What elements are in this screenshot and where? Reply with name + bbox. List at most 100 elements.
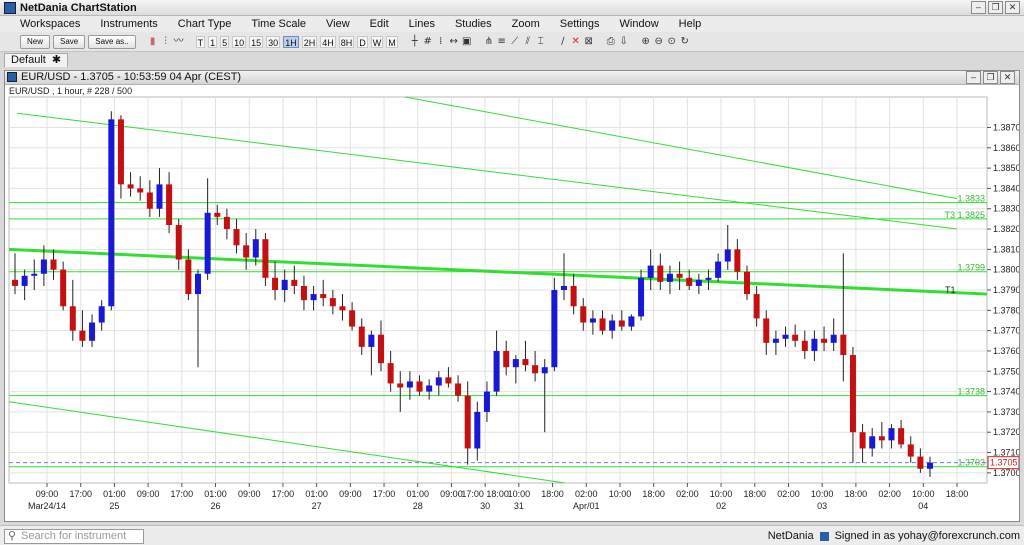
save-button[interactable]: Save: [53, 34, 86, 49]
print-icon[interactable]: ⎙: [606, 36, 616, 48]
candle-body: [522, 359, 529, 366]
candle: [117, 115, 124, 199]
delete-all-icon[interactable]: ⊠: [584, 36, 594, 48]
cursor-icon[interactable]: ⁞: [436, 36, 446, 48]
pin-icon[interactable]: ✱: [52, 54, 61, 67]
candlestick-chart-icon[interactable]: ▮: [148, 36, 158, 48]
candle-body: [503, 350, 510, 368]
chart-restore-button[interactable]: ❐: [983, 71, 998, 84]
menu-view[interactable]: View: [316, 18, 360, 30]
text-tool-icon[interactable]: ⌶: [536, 36, 546, 48]
candle-body: [320, 294, 327, 299]
interval-4h[interactable]: 4H: [320, 35, 336, 48]
line-chart-icon[interactable]: 〰: [174, 36, 184, 48]
candle-body: [589, 318, 596, 323]
interval-10[interactable]: 10: [232, 35, 247, 48]
candle-body: [252, 239, 259, 258]
candle-body: [705, 277, 712, 280]
candle-body: [676, 273, 683, 278]
draw-line-icon[interactable]: ∕: [558, 36, 568, 48]
candle-body: [156, 184, 163, 209]
menu-studies[interactable]: Studies: [445, 18, 502, 30]
candle-body: [233, 229, 240, 246]
menu-lines[interactable]: Lines: [399, 18, 445, 30]
delete-lines-icon[interactable]: ✕: [571, 36, 581, 48]
menu-settings[interactable]: Settings: [550, 18, 610, 30]
candle-body: [580, 306, 587, 323]
zoom-out-icon[interactable]: ⊖: [654, 36, 664, 48]
interval-8h[interactable]: 8H: [338, 35, 355, 48]
window-controls: – ❐ ✕: [971, 1, 1020, 14]
channel-icon[interactable]: ⫽: [523, 36, 533, 48]
candle-body: [455, 383, 462, 396]
workspace-tab-default[interactable]: Default ✱: [4, 53, 69, 67]
candle: [339, 294, 346, 321]
menu-time-scale[interactable]: Time Scale: [241, 18, 316, 30]
candle: [204, 178, 211, 280]
candle-body: [12, 279, 18, 286]
zoom-box-icon[interactable]: ▣: [462, 36, 472, 48]
menu-help[interactable]: Help: [669, 18, 712, 30]
interval-1h[interactable]: 1H: [283, 35, 299, 48]
interval-15[interactable]: 15: [249, 35, 264, 48]
chart-window-title: EUR/USD - 1.3705 - 10:53:59 04 Apr (CEST…: [21, 71, 242, 83]
candle: [801, 330, 808, 360]
interval-2h[interactable]: 2H: [301, 35, 318, 48]
refresh-icon[interactable]: ↻: [680, 36, 690, 48]
menu-instruments[interactable]: Instruments: [90, 18, 167, 30]
candle-body: [445, 377, 452, 384]
candle: [12, 253, 18, 295]
zoom-reset-icon[interactable]: ⊙: [667, 36, 677, 48]
menu-zoom[interactable]: Zoom: [502, 18, 550, 30]
zoom-in-icon[interactable]: ⊕: [641, 36, 651, 48]
candle-body: [40, 259, 47, 274]
restore-button[interactable]: ❐: [988, 1, 1003, 14]
interval-5[interactable]: 5: [220, 35, 230, 48]
grid-icon[interactable]: #: [423, 36, 433, 48]
candle-body: [435, 377, 442, 386]
x-tick-label: 17:00 18:00: [461, 489, 509, 499]
chart-minimize-button[interactable]: –: [966, 71, 981, 84]
candle-body: [358, 326, 365, 347]
signed-in-label: Signed in as yohay@forexcrunch.com: [834, 530, 1020, 542]
candle-body: [695, 279, 702, 286]
candle-body: [474, 411, 481, 449]
candle: [98, 300, 105, 331]
title-bar: NetDania ChartStation – ❐ ✕: [0, 0, 1024, 16]
interval-m[interactable]: M: [386, 35, 398, 48]
candle-body: [349, 310, 356, 327]
y-tick-label: 1.3810: [993, 244, 1019, 254]
interval-30[interactable]: 30: [266, 35, 281, 48]
price-chart[interactable]: EUR/USD , 1 hour, # 228 / 500 T1 1.3833 T…: [5, 85, 1019, 521]
save-as-button[interactable]: Save as..: [88, 34, 136, 49]
interval-1[interactable]: 1: [208, 35, 218, 48]
candle-body: [618, 320, 625, 327]
scroll-icon[interactable]: ↔: [449, 36, 459, 48]
candle: [628, 314, 635, 331]
fibonacci-icon[interactable]: ≡: [497, 36, 507, 48]
candle-body: [570, 285, 577, 307]
interval-t[interactable]: T: [195, 35, 206, 48]
menu-workspaces[interactable]: Workspaces: [10, 18, 90, 30]
close-button[interactable]: ✕: [1005, 1, 1020, 14]
export-icon[interactable]: ⇩: [619, 36, 629, 48]
trendline-icon[interactable]: ⟋: [510, 36, 520, 48]
bar-chart-icon[interactable]: ⫶: [161, 36, 171, 48]
minimize-button[interactable]: –: [971, 1, 986, 14]
interval-w[interactable]: W: [370, 35, 384, 48]
new-button[interactable]: New: [20, 34, 51, 49]
menu-chart-type[interactable]: Chart Type: [168, 18, 242, 30]
menu-window[interactable]: Window: [610, 18, 669, 30]
crosshair-icon[interactable]: ┼: [410, 36, 420, 48]
chart-close-button[interactable]: ✕: [1000, 71, 1015, 84]
interval-d[interactable]: D: [357, 35, 368, 48]
y-tick-label: 1.3860: [993, 143, 1019, 153]
pitchfork-icon[interactable]: ⋔: [484, 36, 494, 48]
menu-edit[interactable]: Edit: [360, 18, 399, 30]
candle: [358, 318, 365, 356]
candle: [609, 314, 616, 339]
candle-body: [917, 456, 924, 469]
instrument-search-input[interactable]: ⚲ Search for instrument: [4, 529, 144, 544]
candle: [927, 456, 933, 477]
candle-body: [859, 432, 866, 449]
